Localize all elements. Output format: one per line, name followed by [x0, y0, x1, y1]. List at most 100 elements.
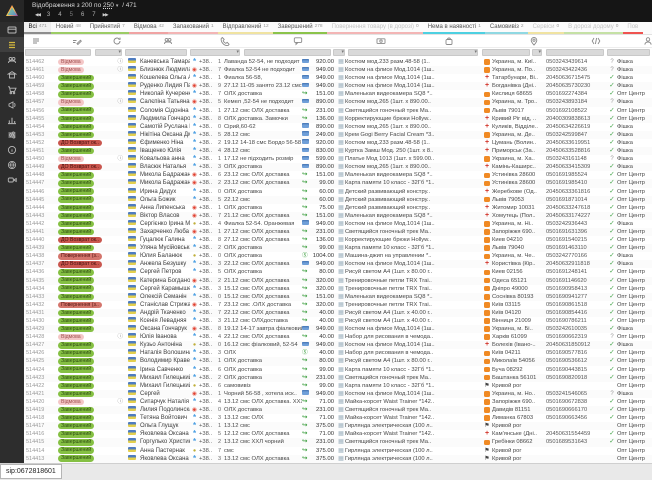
table-row[interactable]: 514433ЗавершенийОлексій Семанін*+38..015…	[24, 293, 652, 301]
table-row[interactable]: 514420ВідмоваⓘСитарчук Наталія Гр..*+38.…	[24, 398, 652, 406]
phone-status-icon[interactable]: ◉	[190, 82, 199, 90]
sidebar-item-dashboard[interactable]	[0, 22, 24, 37]
phone-number[interactable]: +38..	[199, 398, 214, 406]
page-size-value[interactable]: 250	[103, 2, 114, 9]
filter-select-payment[interactable]: ▾	[333, 49, 345, 56]
phone-status-icon[interactable]: *	[190, 188, 199, 196]
tab-Відправлений[interactable]: Відправлений12	[218, 22, 273, 34]
phone-status-icon[interactable]: *	[190, 260, 199, 268]
table-row[interactable]: 514434ЗавершенийСергей Карамышев*+38..31…	[24, 285, 652, 293]
filter-input-id[interactable]	[25, 49, 91, 56]
tracking-number[interactable]: 0501690663456	[546, 414, 607, 422]
tracking-number[interactable]: 0501690536612	[546, 357, 607, 365]
table-row[interactable]: 514437ДО Возврат ок..Анжела Безушку*+38.…	[24, 260, 652, 268]
tracking-number[interactable]: 0501690941277	[546, 293, 607, 301]
tracking-number[interactable]: 0501690854416	[546, 309, 607, 317]
table-row[interactable]: 514414ЗавершенийАнна Пастернак●+38..7смс…	[24, 447, 652, 455]
money-icon[interactable]	[376, 36, 386, 46]
phone-status-icon[interactable]: *	[190, 147, 199, 155]
phone-number[interactable]: +38..	[199, 325, 214, 333]
table-row[interactable]: 514415ЗавершенийГоргулько Христина..*+38…	[24, 438, 652, 446]
app-logo[interactable]	[0, 0, 24, 22]
tab-Прийнятий[interactable]: Прийнятий7	[85, 22, 129, 34]
phone-number[interactable]: +38..	[199, 98, 214, 106]
phone-status-icon[interactable]: *	[190, 455, 199, 463]
tab-Пов[interactable]: Пов	[623, 22, 643, 34]
table-row[interactable]: 514427ЗавершенийКузьо Антоніна●+38..016.…	[24, 341, 652, 349]
phone-number[interactable]: +38..	[199, 422, 214, 430]
phone-number[interactable]: +38..	[199, 82, 214, 90]
tab-Новий[interactable]: Новий48	[51, 22, 85, 34]
tracking-number[interactable]: 0503242599847	[546, 131, 607, 139]
tracking-number[interactable]: 0501692108522	[546, 107, 607, 115]
phone-status-icon[interactable]: ◉	[190, 325, 199, 333]
table-row[interactable]: 514440ДО Возврат ок..Гуцалюк Галина*+38.…	[24, 236, 652, 244]
tracking-number[interactable]: 0503241546065	[546, 390, 607, 398]
table-row[interactable]: 514439ЗавершенийУляна Мусійовська*+38..2…	[24, 244, 652, 252]
tracking-number[interactable]: 0503243161148	[546, 155, 607, 163]
phone-number[interactable]: +38..	[199, 220, 214, 228]
phone-status-icon[interactable]: ●	[190, 341, 199, 349]
tab-Запакований[interactable]: Запакований1	[168, 22, 218, 34]
info-icon[interactable]: ⓘ	[117, 155, 123, 163]
phone-status-icon[interactable]: *	[190, 268, 199, 276]
table-row[interactable]: 514442ЗавершенийСергієнко Ірина Ми..●+38…	[24, 220, 652, 228]
page-number-5[interactable]: 5	[70, 12, 73, 18]
phone-number[interactable]: +38..	[199, 317, 214, 325]
phone-number[interactable]: +38..	[199, 285, 214, 293]
phone-status-icon[interactable]: *	[190, 309, 199, 317]
tab-Повернення товару (в дорозі)[interactable]: Повернення товару (в дорозі)0	[327, 22, 423, 34]
phone-number[interactable]: +38..	[199, 438, 214, 446]
phone-number[interactable]: +38..	[199, 58, 214, 66]
info-icon[interactable]: ⓘ	[117, 58, 123, 66]
tracking-number[interactable]: 0501690958413	[546, 285, 607, 293]
phone-status-icon[interactable]: *	[190, 163, 199, 171]
table-row[interactable]: 514432Повернення (з..Станіслав Стрижак◉+…	[24, 301, 652, 309]
tab-Сервіси[interactable]: Сервіси0	[528, 22, 564, 34]
sidebar-item-stats[interactable]	[0, 112, 24, 127]
tracking-number[interactable]: 0501692274384	[546, 90, 607, 98]
phone-status-icon[interactable]: *	[190, 398, 199, 406]
table-row[interactable]: 514459ЗавершенийРуденко Лидия Пав..◉+38.…	[24, 82, 652, 90]
rows-icon[interactable]	[32, 36, 42, 46]
table-row[interactable]: 514456ЗавершенийСоломія Сідоніна*+38..12…	[24, 107, 652, 115]
table-row[interactable]: 514448ЗавершенийМикола Бадражан◉+38..623…	[24, 171, 652, 179]
manager-icon[interactable]	[643, 36, 652, 46]
phone-status-icon[interactable]: ◉	[190, 179, 199, 187]
phone-status-icon[interactable]: *	[190, 374, 199, 382]
table-row[interactable]: 514426ЗавершенийНаталія Волошина*+38..3О…	[24, 349, 652, 357]
phone-number[interactable]: +38..	[199, 366, 214, 374]
table-row[interactable]: 514443ЗавершенийВіктор Власов◉+38..721.1…	[24, 212, 652, 220]
tracking-number[interactable]: 20450636715475	[546, 74, 607, 82]
table-row[interactable]: 514449ДО Возврат ок..Власюк Наталья*+38.…	[24, 163, 652, 171]
table-row[interactable]: 514446ЗавершенийИрина Дидух*+38..0ОЛХ до…	[24, 188, 652, 196]
tracking-number[interactable]: 0501690666170	[546, 406, 607, 414]
phone-status-icon[interactable]: *	[190, 155, 199, 163]
phone-status-icon[interactable]: *	[190, 74, 199, 82]
tracking-number[interactable]: 0501690577816	[546, 349, 607, 357]
phone-status-icon[interactable]: ◉	[190, 228, 199, 236]
phone-number[interactable]: +38..	[199, 349, 214, 357]
tracking-number[interactable]: 20400309838613	[546, 115, 607, 123]
phone-number[interactable]: +38..	[199, 244, 214, 252]
phone-number[interactable]: +38..	[199, 228, 214, 236]
phone-number[interactable]: +38..	[199, 236, 214, 244]
phone-status-icon[interactable]: *	[190, 196, 199, 204]
tracking-number[interactable]: 0503243439614	[546, 58, 607, 66]
tracking-number[interactable]: 0501690443815	[546, 366, 607, 374]
phone-number[interactable]: +38..	[199, 147, 214, 155]
tab-Всі[interactable]: Всі471	[24, 22, 51, 34]
tracking-number[interactable]: 20450635730230	[546, 82, 607, 90]
phone-status-icon[interactable]: *	[190, 115, 199, 123]
phone-number[interactable]: +38..	[199, 260, 214, 268]
table-row[interactable]: 514430ЗавершенийКсенія Левадняя*+38..321…	[24, 317, 652, 325]
phone-status-icon[interactable]: *	[190, 236, 199, 244]
tracking-number[interactable]: 0501690672838	[546, 398, 607, 406]
phone-status-icon[interactable]: *	[190, 58, 199, 66]
phone-number[interactable]: +38..	[199, 341, 214, 349]
table-row[interactable]: 514417ЗавершенийОльга Глущук*+38..113.12…	[24, 422, 652, 430]
phone-number[interactable]: +38..	[199, 155, 214, 163]
page-number-6[interactable]: 6	[81, 12, 84, 18]
table-row[interactable]: 514428ВідмоваⓘЮлія Іванова*+38..422.12 с…	[24, 333, 652, 341]
table-row[interactable]: 514435ЗавершенийКатерина Богданова◉+38..…	[24, 277, 652, 285]
